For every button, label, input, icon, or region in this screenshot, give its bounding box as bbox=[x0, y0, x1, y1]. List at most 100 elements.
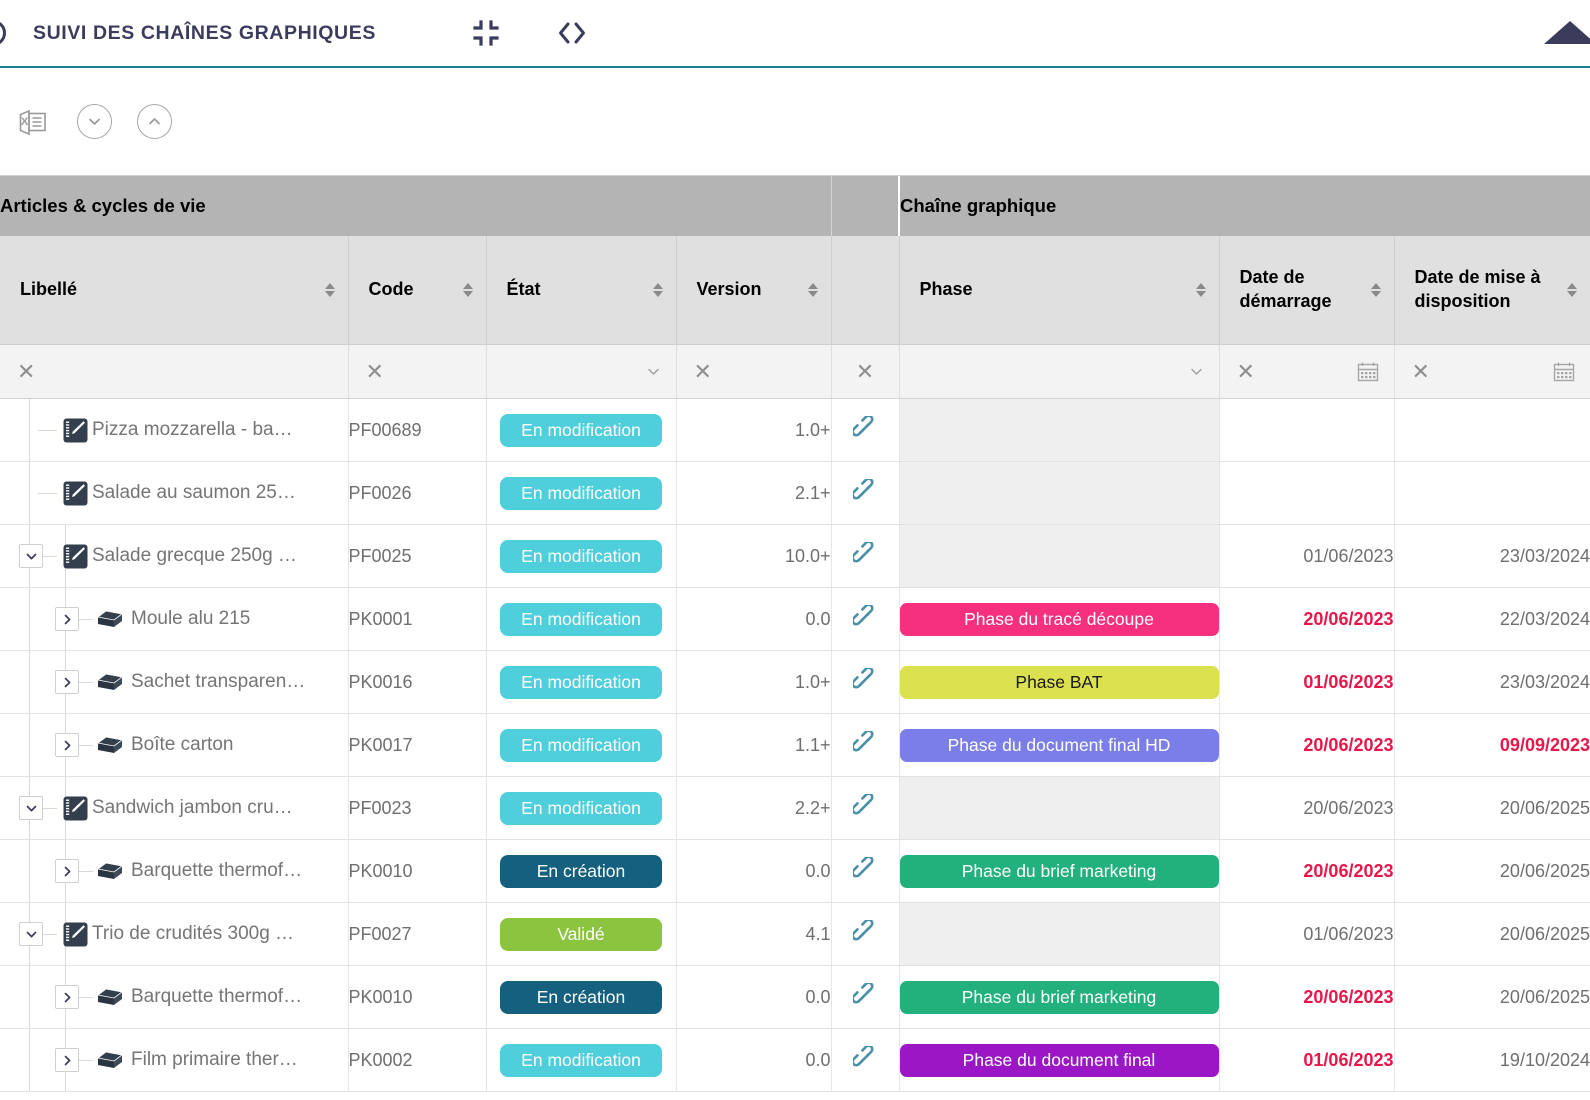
row-expand-toggle[interactable] bbox=[19, 922, 43, 946]
filter-cell-etat[interactable] bbox=[486, 344, 677, 399]
table-row[interactable]: Moule alu 215 PK0001 En modification 0.0 Pha… bbox=[0, 587, 1590, 651]
filter-cell-date-mise[interactable]: ✕ bbox=[1394, 344, 1590, 399]
status-badge[interactable]: En modification bbox=[500, 413, 662, 447]
link-chain-icon[interactable] bbox=[853, 478, 877, 503]
triangle-up-icon[interactable] bbox=[1544, 21, 1590, 44]
row-expand-toggle[interactable] bbox=[55, 985, 79, 1009]
cell-phase[interactable]: Phase du document final HD bbox=[899, 713, 1220, 777]
cell-lien[interactable] bbox=[831, 965, 900, 1029]
cell-lien[interactable] bbox=[831, 902, 900, 966]
status-badge[interactable]: En modification bbox=[500, 791, 662, 825]
clear-filter-icon-libelle[interactable]: ✕ bbox=[17, 360, 35, 383]
link-chain-icon[interactable] bbox=[853, 667, 877, 692]
table-row[interactable]: Boîte carton PK0017 En modification 1.1+ Pha… bbox=[0, 713, 1590, 777]
link-chain-icon[interactable] bbox=[853, 415, 877, 440]
status-badge[interactable]: En création bbox=[500, 854, 662, 888]
column-header-etat[interactable]: État bbox=[486, 236, 677, 345]
cell-phase[interactable]: Phase du document final bbox=[899, 1028, 1220, 1092]
link-chain-icon[interactable] bbox=[853, 1045, 877, 1070]
cell-phase[interactable]: Phase du brief marketing bbox=[899, 839, 1220, 903]
cell-lien[interactable] bbox=[831, 713, 900, 777]
cell-phase[interactable]: Phase BAT bbox=[899, 650, 1220, 714]
chevron-down-circle-icon[interactable] bbox=[77, 104, 112, 139]
table-row[interactable]: Pizza mozzarella - ba… PF00689 En modifica… bbox=[0, 398, 1590, 462]
chevron-down-icon-phase[interactable] bbox=[1188, 363, 1205, 380]
collapse-fullscreen-icon[interactable] bbox=[472, 19, 500, 47]
filter-cell-lien[interactable]: ✕ bbox=[831, 344, 900, 399]
row-expand-toggle[interactable] bbox=[55, 670, 79, 694]
row-expand-toggle[interactable] bbox=[19, 544, 43, 568]
sort-icon-version[interactable] bbox=[807, 283, 818, 297]
cell-libelle[interactable]: Sandwich jambon cru… bbox=[0, 776, 349, 840]
sort-icon-code[interactable] bbox=[462, 283, 473, 297]
status-badge[interactable]: En création bbox=[500, 980, 662, 1014]
filter-cell-date-demarrage[interactable]: ✕ bbox=[1219, 344, 1395, 399]
cell-phase[interactable]: Phase du tracé découpe bbox=[899, 587, 1220, 651]
link-chain-icon[interactable] bbox=[853, 856, 877, 881]
cell-libelle[interactable]: Sachet transparen… bbox=[0, 650, 349, 714]
phase-badge[interactable]: Phase du document final HD bbox=[899, 728, 1219, 762]
phase-badge[interactable]: Phase du brief marketing bbox=[899, 980, 1219, 1014]
sort-icon-phase[interactable] bbox=[1195, 283, 1206, 297]
link-chain-icon[interactable] bbox=[853, 982, 877, 1007]
chevron-down-icon-etat[interactable] bbox=[645, 363, 662, 380]
cell-lien[interactable] bbox=[831, 461, 900, 525]
clear-filter-icon-version[interactable]: ✕ bbox=[694, 360, 712, 383]
table-row[interactable]: Film primaire ther… PK0002 En modification… bbox=[0, 1028, 1590, 1092]
cell-lien[interactable] bbox=[831, 650, 900, 714]
link-chain-icon[interactable] bbox=[853, 541, 877, 566]
table-row[interactable]: Salade au saumon 25… PF0026 En modificatio… bbox=[0, 461, 1590, 525]
cell-lien[interactable] bbox=[831, 587, 900, 651]
table-row[interactable]: Barquette thermof… PK0010 En création 0.0 Ph… bbox=[0, 965, 1590, 1029]
cell-libelle[interactable]: Film primaire ther… bbox=[0, 1028, 349, 1092]
clear-filter-icon-lien[interactable]: ✕ bbox=[856, 360, 874, 383]
sort-icon-libelle[interactable] bbox=[324, 283, 335, 297]
filter-cell-libelle[interactable]: ✕ bbox=[0, 344, 349, 399]
status-badge[interactable]: En modification bbox=[500, 1043, 662, 1077]
row-expand-toggle[interactable] bbox=[55, 733, 79, 757]
cell-libelle[interactable]: Barquette thermof… bbox=[0, 839, 349, 903]
column-header-code[interactable]: Code bbox=[348, 236, 487, 345]
filter-cell-version[interactable]: ✕ bbox=[676, 344, 832, 399]
row-expand-toggle[interactable] bbox=[55, 859, 79, 883]
chevron-up-circle-icon[interactable] bbox=[137, 104, 172, 139]
calendar-icon-date-mise[interactable] bbox=[1552, 360, 1576, 384]
table-row[interactable]: Barquette thermof… PK0010 En création 0.0 Ph… bbox=[0, 839, 1590, 903]
filter-cell-phase[interactable] bbox=[899, 344, 1220, 399]
clear-filter-icon-date-mise[interactable]: ✕ bbox=[1412, 360, 1430, 383]
filter-cell-code[interactable]: ✕ bbox=[348, 344, 487, 399]
row-expand-toggle[interactable] bbox=[55, 1048, 79, 1072]
sort-icon-date-mise[interactable] bbox=[1567, 283, 1578, 297]
column-header-libelle[interactable]: Libellé bbox=[0, 236, 349, 345]
row-expand-toggle[interactable] bbox=[55, 607, 79, 631]
cell-lien[interactable] bbox=[831, 776, 900, 840]
cell-libelle[interactable]: Salade au saumon 25… bbox=[0, 461, 349, 525]
sort-icon-etat[interactable] bbox=[652, 283, 663, 297]
table-row[interactable]: Sandwich jambon cru… PF0023 En modificatio… bbox=[0, 776, 1590, 840]
link-chain-icon[interactable] bbox=[853, 604, 877, 629]
cell-phase[interactable]: Phase du brief marketing bbox=[899, 965, 1220, 1029]
table-row[interactable]: Trio de crudités 300g … PF0027 Validé 4.1 01… bbox=[0, 902, 1590, 966]
column-header-date-mise[interactable]: Date de mise à disposition bbox=[1394, 236, 1590, 345]
cell-libelle[interactable]: Moule alu 215 bbox=[0, 587, 349, 651]
row-expand-toggle[interactable] bbox=[19, 796, 43, 820]
status-badge[interactable]: En modification bbox=[500, 728, 662, 762]
status-badge[interactable]: En modification bbox=[500, 476, 662, 510]
calendar-icon-date-demarrage[interactable] bbox=[1356, 360, 1380, 384]
table-row[interactable]: Salade grecque 250g … PF0025 En modificati… bbox=[0, 524, 1590, 588]
sort-icon-date-demarrage[interactable] bbox=[1370, 283, 1381, 297]
clear-filter-icon-code[interactable]: ✕ bbox=[366, 360, 384, 383]
phase-badge[interactable]: Phase du tracé découpe bbox=[899, 602, 1219, 636]
cell-libelle[interactable]: Pizza mozzarella - ba… bbox=[0, 398, 349, 462]
phase-badge[interactable]: Phase du brief marketing bbox=[899, 854, 1219, 888]
phase-badge[interactable]: Phase du document final bbox=[899, 1043, 1219, 1077]
status-badge[interactable]: En modification bbox=[500, 665, 662, 699]
cell-libelle[interactable]: Trio de crudités 300g … bbox=[0, 902, 349, 966]
cell-libelle[interactable]: Boîte carton bbox=[0, 713, 349, 777]
column-header-version[interactable]: Version bbox=[676, 236, 832, 345]
column-header-date-demarrage[interactable]: Date de démarrage bbox=[1219, 236, 1395, 345]
clear-filter-icon-date-demarrage[interactable]: ✕ bbox=[1237, 360, 1255, 383]
status-badge[interactable]: Validé bbox=[500, 917, 662, 951]
phase-badge[interactable]: Phase BAT bbox=[899, 665, 1219, 699]
link-chain-icon[interactable] bbox=[853, 793, 877, 818]
